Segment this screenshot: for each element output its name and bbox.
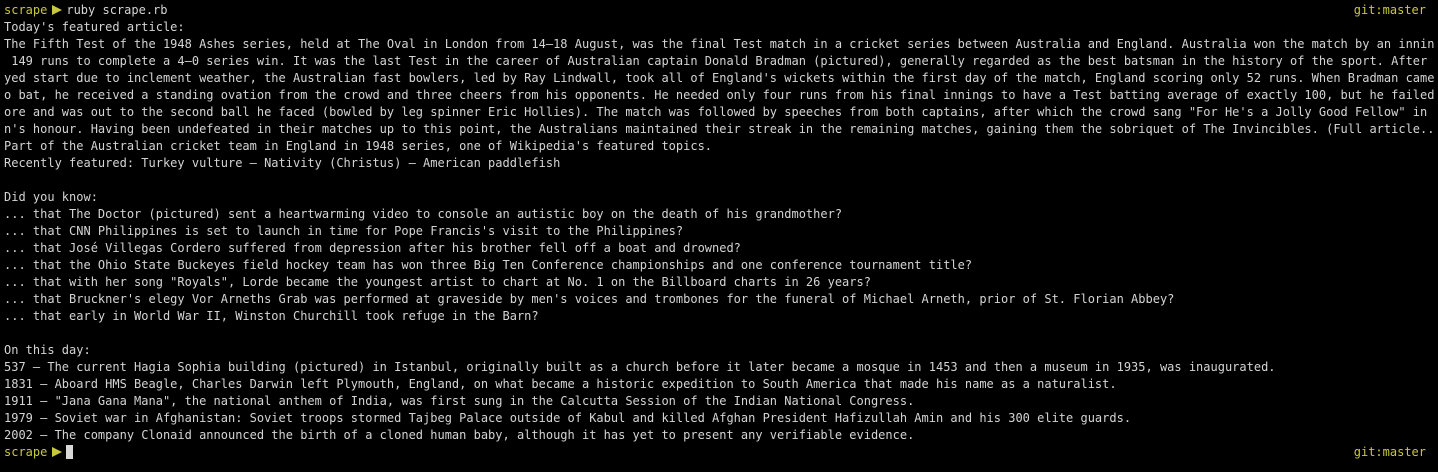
git-branch: git:master [1353, 445, 1426, 459]
command: ruby scrape.rb [66, 3, 168, 17]
featured-heading: Today's featured article: [4, 20, 185, 34]
prompt-dir: scrape [4, 445, 48, 459]
terminal[interactable]: scrape ruby scrape.rb git:master Today's f… [4, 2, 1434, 461]
prompt-line: scrape git:master [4, 444, 1434, 461]
featured-line: 149 runs to complete a 4–0 series win. I… [4, 54, 1434, 68]
featured-line: The Fifth Test of the 1948 Ashes series,… [4, 37, 1434, 51]
otd-item: 1831 – Aboard HMS Beagle, Charles Darwin… [4, 377, 1117, 391]
git-branch: git:master [1353, 3, 1426, 17]
dyk-item: ... that The Doctor (pictured) sent a he… [4, 207, 843, 221]
featured-line: n's honour. Having been undefeated in th… [4, 122, 1434, 136]
otd-item: 537 – The current Hagia Sophia building … [4, 360, 1276, 374]
otd-item: 2002 – The company Clonaid announced the… [4, 428, 915, 442]
featured-part: Part of the Australian cricket team in E… [4, 139, 713, 153]
prompt-arrow-icon [52, 5, 63, 15]
dyk-item: ... that early in World War II, Winston … [4, 309, 539, 323]
otd-heading: On this day: [4, 343, 91, 357]
dyk-item: ... that with her song "Royals", Lorde b… [4, 275, 871, 289]
featured-line: o bat, he received a standing ovation fr… [4, 88, 1434, 102]
featured-line: ore and was out to the second ball he fa… [4, 105, 1434, 119]
dyk-item: ... that CNN Philippines is set to launc… [4, 224, 684, 238]
prompt-dir: scrape [4, 3, 48, 17]
prompt-arrow-icon [52, 447, 63, 457]
prompt-line: scrape ruby scrape.rb git:master [4, 2, 1434, 19]
dyk-item: ... that Bruckner's elegy Vor Arneths Gr… [4, 292, 1175, 306]
otd-item: 1911 – "Jana Gana Mana", the national an… [4, 394, 915, 408]
featured-line: yed start due to inclement weather, the … [4, 71, 1434, 85]
cursor[interactable] [66, 445, 74, 459]
featured-recent: Recently featured: Turkey vulture – Nati… [4, 156, 561, 170]
dyk-item: ... that the Ohio State Buckeyes field h… [4, 258, 973, 272]
dyk-heading: Did you know: [4, 190, 98, 204]
otd-item: 1979 – Soviet war in Afghanistan: Soviet… [4, 411, 1132, 425]
dyk-item: ... that José Villegas Cordero suffered … [4, 241, 741, 255]
